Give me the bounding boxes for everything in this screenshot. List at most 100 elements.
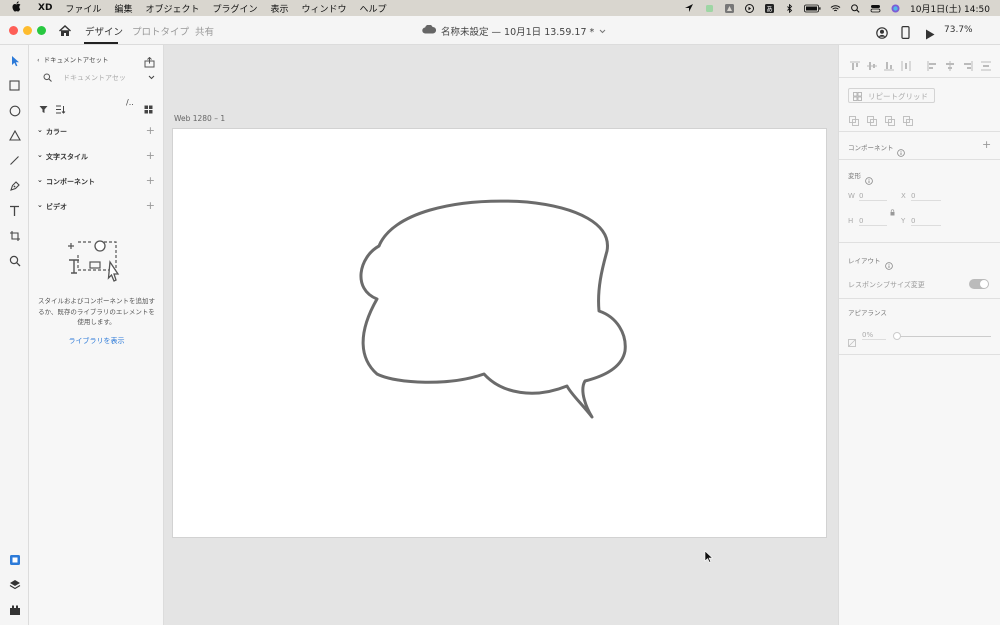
svg-text:あ: あ [766, 5, 773, 13]
assets-header[interactable]: ‹ ドキュメントアセット [37, 54, 108, 64]
tab-prototype[interactable]: プロトタイプ [132, 24, 189, 38]
zoom-tool-icon[interactable] [7, 253, 22, 268]
responsive-resize-label: レスポンシブサイズ変更 [848, 281, 925, 289]
list-view-icon[interactable]: /.. [126, 98, 134, 107]
device-preview-icon[interactable] [901, 24, 910, 43]
menu-plugins[interactable]: プラグイン [212, 2, 257, 15]
input-method-icon[interactable]: あ [764, 3, 775, 13]
menu-edit[interactable]: 編集 [114, 2, 132, 15]
sort-icon[interactable] [55, 99, 66, 118]
opacity-slider-knob[interactable] [893, 332, 901, 340]
align-top-icon[interactable] [850, 56, 860, 75]
chevron-down-icon[interactable]: ⌄ [37, 201, 43, 209]
design-canvas[interactable]: Web 1280 – 1 [164, 45, 838, 625]
artboard[interactable] [172, 128, 827, 538]
align-right-icon[interactable] [963, 56, 973, 75]
close-window-button[interactable] [9, 26, 18, 35]
view-libraries-link[interactable]: ライブラリを表示 [37, 336, 156, 346]
align-middle-icon[interactable] [867, 56, 877, 75]
document-title[interactable]: 名称未設定 — 10月1日 13.59.17 * [422, 24, 606, 38]
assets-search-field[interactable]: ドキュメントアセッ [37, 71, 156, 85]
align-left-icon[interactable] [927, 56, 937, 75]
align-center-icon[interactable] [945, 56, 955, 75]
assets-panel: ‹ ドキュメントアセット ドキュメントアセッ /.. ⌄ カラー + ⌄ 文字スタ… [29, 45, 164, 625]
minimize-window-button[interactable] [23, 26, 32, 35]
chevron-down-icon[interactable] [148, 74, 155, 82]
assets-panel-icon[interactable] [7, 552, 22, 567]
x-input[interactable]: 0 [911, 192, 941, 201]
filter-icon[interactable] [39, 99, 48, 118]
status-indicator-icon[interactable] [704, 4, 715, 13]
rectangle-tool-icon[interactable] [7, 78, 22, 93]
battery-icon[interactable] [804, 4, 821, 13]
opacity-input[interactable]: 0% [862, 331, 886, 340]
ellipse-tool-icon[interactable] [7, 103, 22, 118]
line-tool-icon[interactable] [7, 153, 22, 168]
export-share-icon[interactable] [144, 53, 155, 72]
grid-view-icon[interactable] [144, 99, 153, 118]
add-character-style-button[interactable]: + [146, 149, 155, 162]
speech-bubble-shape[interactable] [173, 129, 828, 539]
select-tool-icon[interactable] [7, 53, 22, 68]
add-component-plus-icon[interactable]: + [982, 138, 991, 151]
artboard-title[interactable]: Web 1280 – 1 [174, 114, 225, 123]
info-icon[interactable] [885, 255, 893, 274]
zoom-level[interactable]: 73.7% [944, 25, 973, 35]
play-preview-icon[interactable] [925, 25, 935, 44]
back-chevron-icon[interactable]: ‹ [37, 56, 40, 64]
menu-window[interactable]: ウィンドウ [302, 2, 347, 15]
align-bottom-icon[interactable] [884, 56, 894, 75]
layers-panel-icon[interactable] [7, 577, 22, 592]
add-component-button[interactable]: + [146, 174, 155, 187]
control-center-icon[interactable] [870, 4, 881, 13]
section-components[interactable]: ⌄ コンポーネント + [37, 174, 155, 188]
width-input[interactable]: 0 [859, 192, 887, 201]
bluetooth-icon[interactable] [784, 3, 795, 13]
opacity-slider-track[interactable] [895, 336, 991, 337]
pen-tool-icon[interactable] [7, 178, 22, 193]
boolean-exclude-icon[interactable] [903, 111, 913, 130]
apple-icon[interactable] [12, 1, 26, 15]
chevron-down-icon[interactable]: ⌄ [37, 151, 43, 159]
wifi-icon[interactable] [830, 4, 841, 13]
plugins-panel-icon[interactable] [7, 602, 22, 617]
chevron-down-icon[interactable]: ⌄ [37, 126, 43, 134]
siri-icon[interactable] [890, 4, 901, 13]
play-circle-icon[interactable] [744, 3, 755, 13]
warning-icon[interactable] [724, 3, 735, 13]
home-icon[interactable] [58, 23, 72, 37]
add-color-button[interactable]: + [146, 124, 155, 137]
responsive-resize-toggle[interactable] [969, 279, 989, 289]
text-tool-icon[interactable] [7, 203, 22, 218]
location-arrow-icon[interactable] [684, 3, 695, 13]
tab-design[interactable]: デザイン [85, 24, 123, 38]
add-video-button[interactable]: + [146, 199, 155, 212]
spotlight-search-icon[interactable] [850, 3, 861, 13]
tab-share[interactable]: 共有 [195, 24, 214, 38]
boolean-subtract-icon[interactable] [867, 111, 877, 130]
menubar-datetime[interactable]: 10月1日(土) 14:50 [910, 2, 990, 15]
y-input[interactable]: 0 [911, 217, 941, 226]
repeat-grid-button[interactable]: リピートグリッド [848, 88, 935, 103]
polygon-tool-icon[interactable] [7, 128, 22, 143]
user-profile-icon[interactable] [876, 24, 888, 43]
height-input[interactable]: 0 [859, 217, 887, 226]
zoom-window-button[interactable] [37, 26, 46, 35]
menu-help[interactable]: ヘルプ [360, 2, 387, 15]
menu-file[interactable]: ファイル [65, 2, 101, 15]
chevron-down-icon[interactable]: ⌄ [37, 176, 43, 184]
artboard-tool-icon[interactable] [7, 228, 22, 243]
lock-aspect-icon[interactable] [890, 201, 895, 220]
distribute-horizontal-icon[interactable] [901, 56, 911, 75]
menu-view[interactable]: 表示 [270, 2, 288, 15]
boolean-intersect-icon[interactable] [885, 111, 895, 130]
speech-bubble-path[interactable] [359, 199, 627, 419]
boolean-add-icon[interactable] [849, 111, 859, 130]
section-character-styles[interactable]: ⌄ 文字スタイル + [37, 149, 155, 163]
menu-object[interactable]: オブジェクト [145, 2, 199, 15]
section-colors[interactable]: ⌄ カラー + [37, 124, 155, 138]
info-icon[interactable] [865, 170, 873, 189]
section-video[interactable]: ⌄ ビデオ + [37, 199, 155, 213]
distribute-vertical-icon[interactable] [981, 56, 991, 75]
menu-app-name[interactable]: XD [38, 3, 52, 13]
